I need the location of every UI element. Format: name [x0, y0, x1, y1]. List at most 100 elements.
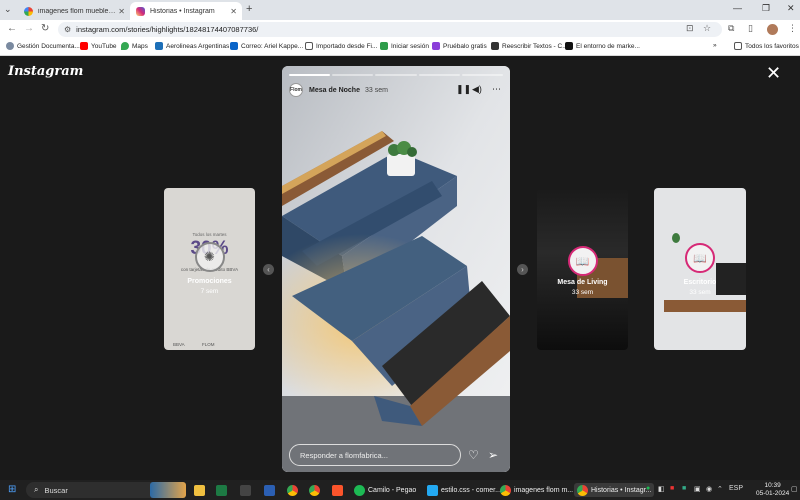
- install-app-icon[interactable]: ⊡: [686, 23, 694, 34]
- menu-icon[interactable]: ⋮: [788, 23, 797, 34]
- bookmark-item[interactable]: Reescribir Textos - C...: [491, 42, 568, 50]
- tab-close-icon[interactable]: ✕: [230, 7, 237, 16]
- tab-label: Historias • Instagram: [150, 7, 215, 15]
- instagram-logo[interactable]: Instagram: [8, 64, 83, 79]
- tab-search-icon[interactable]: ⌄: [4, 4, 12, 15]
- bookmarks-bar: Gestión Documenta... YouTube Maps Aeroli…: [0, 39, 800, 56]
- bookmark-item[interactable]: Iniciar sesión: [380, 42, 429, 50]
- reply-input[interactable]: Responder a flomfabrica...: [289, 444, 461, 466]
- notifications-icon[interactable]: ▢: [791, 485, 798, 493]
- reply-placeholder: Responder a flomfabrica...: [300, 450, 388, 460]
- book-icon: 📖: [693, 252, 707, 265]
- chrome-icon[interactable]: [287, 483, 301, 497]
- more-options-icon[interactable]: ⋯: [492, 84, 501, 95]
- extensions-icon[interactable]: ⧉: [728, 23, 734, 34]
- escritorio-avatar: 📖: [685, 243, 715, 273]
- tray-icon[interactable]: ◧: [658, 485, 665, 493]
- tray-icon[interactable]: ▣: [694, 485, 701, 493]
- mute-icon[interactable]: ◀): [472, 84, 482, 95]
- bookmark-item[interactable]: Gestión Documenta...: [6, 42, 80, 50]
- tab-close-icon[interactable]: ✕: [118, 7, 125, 16]
- brave-icon[interactable]: [332, 483, 346, 497]
- site-info-icon[interactable]: ⚙: [64, 25, 71, 34]
- taskbar-item-instagram[interactable]: Historias • Instagr...: [574, 483, 655, 497]
- close-stories-button[interactable]: ✕: [766, 64, 781, 82]
- profile-avatar[interactable]: [767, 24, 778, 35]
- side-panel-icon[interactable]: ▯: [748, 23, 753, 34]
- tray-icon[interactable]: ◉: [706, 485, 712, 493]
- book-icon: 📖: [575, 255, 590, 268]
- new-tab-button[interactable]: +: [246, 3, 252, 15]
- maximize-button[interactable]: ❐: [762, 3, 770, 14]
- taskbar-search-label: Buscar: [44, 485, 68, 495]
- taskbar-item-label: imagenes flom m...: [514, 486, 574, 494]
- spotify-icon: [354, 484, 365, 496]
- pause-icon[interactable]: ❚❚: [456, 84, 471, 95]
- tab-label: imagenes flom muebles - Busca: [38, 7, 118, 15]
- side-story-escritorio[interactable]: 📖 Escritorio 33 sem: [654, 188, 746, 350]
- bookmark-item[interactable]: El entorno de marke...: [565, 42, 640, 50]
- tray-icon[interactable]: ■: [670, 485, 674, 492]
- tray-icon[interactable]: ■: [682, 485, 686, 492]
- vscode-icon: [427, 484, 438, 496]
- file-explorer-icon[interactable]: [194, 483, 208, 497]
- chrome-icon: [500, 484, 511, 496]
- minimize-button[interactable]: —: [733, 3, 742, 13]
- taskbar-item-vscode[interactable]: estilo.css - comer...: [427, 483, 501, 497]
- taskbar-item-chrome-search[interactable]: imagenes flom m...: [500, 483, 573, 497]
- show-hidden-icons[interactable]: ⌃: [717, 485, 723, 493]
- word-icon[interactable]: [264, 483, 278, 497]
- folder-icon: [305, 42, 313, 50]
- forward-button[interactable]: →: [24, 23, 34, 34]
- side-story-name: Promociones: [187, 278, 232, 285]
- send-icon[interactable]: ➢: [488, 448, 498, 462]
- back-button[interactable]: ←: [7, 23, 17, 34]
- taskbar-item-label: Camilo - Pegao: [368, 486, 417, 494]
- main-story[interactable]: Flom Mesa de Noche 33 sem ❚❚ ◀) ⋯ Respon…: [282, 66, 510, 472]
- previous-story-button[interactable]: ‹: [263, 264, 274, 275]
- taskbar-item-spotify[interactable]: Camilo - Pegao: [354, 483, 416, 497]
- taskbar: ⊞ ⌕ Buscar Camilo - Pegao estilo.css - c…: [0, 480, 800, 500]
- more-bookmarks-button[interactable]: »: [713, 42, 717, 49]
- outlook-icon: [230, 42, 238, 50]
- taskbar-item-label: estilo.css - comer...: [441, 486, 501, 494]
- reload-button[interactable]: ↻: [41, 23, 49, 34]
- chrome-profile-icon[interactable]: [309, 483, 323, 497]
- bookmark-item[interactable]: Correo: Ariel Kappe...: [230, 42, 303, 50]
- bookmark-item[interactable]: Aerolineas Argentinas: [155, 42, 229, 50]
- desk-image: [664, 300, 746, 312]
- close-window-button[interactable]: ✕: [787, 3, 795, 14]
- address-bar[interactable]: ⚙ instagram.com/stories/highlights/18248…: [58, 22, 722, 37]
- windows-start-icon[interactable]: ⊞: [8, 484, 16, 495]
- bookmark-label: Gestión Documenta...: [17, 42, 80, 50]
- all-favorites[interactable]: Todos los favoritos: [734, 42, 799, 50]
- tab-instagram[interactable]: Historias • Instagram ✕: [130, 2, 242, 20]
- language-indicator[interactable]: ESP: [729, 485, 743, 492]
- bookmark-label: Iniciar sesión: [391, 42, 429, 50]
- progress-segment: [461, 74, 504, 76]
- story-username[interactable]: Mesa de Noche: [309, 87, 360, 94]
- tab-google-search[interactable]: imagenes flom muebles - Busca ✕: [18, 2, 130, 20]
- onenote-icon[interactable]: [240, 483, 254, 497]
- maps-icon: [121, 42, 129, 50]
- side-story-promociones[interactable]: Todos los martes 30% con tarjetas de cré…: [164, 188, 255, 350]
- login-icon: [380, 42, 388, 50]
- spotify-tray-icon[interactable]: ●: [646, 485, 650, 492]
- story-avatar[interactable]: Flom: [289, 83, 303, 97]
- excel-icon[interactable]: [216, 483, 230, 497]
- like-heart-icon[interactable]: ♡: [468, 448, 479, 462]
- bookmark-item[interactable]: Pruébalo gratis: [432, 42, 487, 50]
- bookmark-item[interactable]: Maps: [121, 42, 148, 50]
- system-clock[interactable]: 10:39 05-01-2024: [756, 482, 789, 498]
- google-icon: [24, 6, 33, 16]
- side-story-time: 33 sem: [571, 289, 594, 296]
- browser-toolbar: ← → ↻ ⚙ instagram.com/stories/highlights…: [0, 20, 800, 39]
- bookmark-label: Importado desde Fi...: [316, 42, 378, 50]
- next-story-button[interactable]: ›: [517, 264, 528, 275]
- bookmark-item[interactable]: YouTube: [80, 42, 117, 50]
- side-story-mesa-de-living[interactable]: 📖 Mesa de Living 33 sem: [537, 188, 628, 350]
- bookmark-item[interactable]: Importado desde Fi...: [305, 42, 377, 50]
- bookmark-star-icon[interactable]: ☆: [703, 23, 711, 34]
- story-image: [282, 66, 510, 472]
- story-time: 33 sem: [364, 86, 388, 94]
